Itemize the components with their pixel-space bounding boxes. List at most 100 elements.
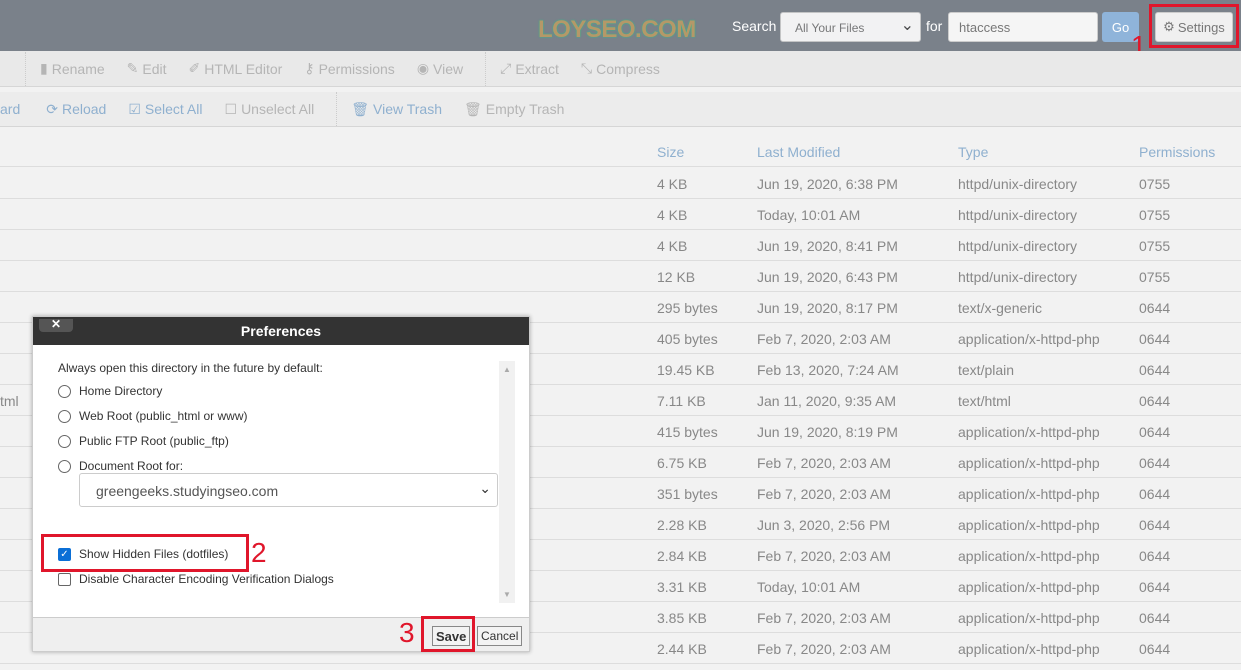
cell-type: application/x-httpd-php [958,548,1100,564]
highlight-box-show-hidden [41,534,249,572]
scroll-up-icon[interactable]: ▲ [499,361,515,374]
toolbar-forward-button[interactable]: ard [0,101,20,117]
radio-home-directory[interactable]: Home Directory [58,384,162,398]
toolbar-html-editor-button[interactable]: ✐ HTML Editor [189,60,283,77]
toolbar-label: Select All [144,101,203,117]
edit-square-icon: ✐ [188,60,201,76]
cell-type: application/x-httpd-php [958,455,1100,471]
column-header[interactable]: Size [657,144,684,160]
dialog-title: Preferences [240,323,322,339]
cell-modified: Feb 7, 2020, 2:03 AM [757,610,891,626]
cell-type: application/x-httpd-php [958,641,1100,657]
radio-document-root[interactable]: Document Root for: [58,459,183,473]
search-scope-select[interactable]: All Your Files [780,12,921,42]
column-header[interactable]: Type [958,144,988,160]
disable-encoding-option[interactable]: Disable Character Encoding Verification … [58,572,334,586]
eye-icon: ◉ [416,60,430,76]
cell-perm: 0755 [1139,207,1171,223]
for-label: for [926,18,943,34]
cell-size: 2.28 KB [657,517,707,533]
cell-size: 6.75 KB [657,455,707,471]
scroll-down-icon[interactable]: ▼ [499,590,515,599]
cell-modified: Jun 3, 2020, 2:56 PM [757,517,891,533]
toolbar-select-all-button[interactable]: ☑ Select All [128,101,202,118]
table-row[interactable]: 12 KB Jun 19, 2020, 6:43 PM httpd/unix-dir… [0,261,1241,292]
expand-icon: ⤢ [500,60,512,76]
cell-size: 415 bytes [657,424,718,440]
cell-type: httpd/unix-directory [958,269,1078,285]
toolbar-view-button[interactable]: ◉ View [417,60,463,77]
annotation-number: 2 [251,537,267,568]
cell-perm: 0755 [1139,238,1171,254]
table-row[interactable]: 4 KB Today, 10:01 AM httpd/unix-directory 0… [0,199,1241,230]
toolbar-label: View Trash [373,101,442,117]
toolbar-compress-button[interactable]: ⤡ Compress [581,60,660,77]
cell-name: tml [0,393,19,409]
toolbar-unselect-all-button[interactable]: ☐ Unselect All [225,101,315,118]
cell-type: text/x-generic [958,300,1043,316]
toolbar-label: Unselect All [241,101,315,117]
radio-button[interactable] [58,434,71,448]
table-row[interactable]: 4 KB Jun 19, 2020, 8:41 PM httpd/unix-dire… [0,230,1241,261]
column-header[interactable]: Last Modified [757,144,840,160]
cell-perm: 0644 [1139,579,1171,595]
checkbox-label: Disable Character Encoding Verification … [79,572,334,586]
toolbar-label: Rename [51,60,105,77]
radio-public-ftp-root[interactable]: Public FTP Root (public_ftp) [58,434,229,448]
cell-type: httpd/unix-directory [958,207,1078,223]
cell-modified: Jan 11, 2020, 9:35 AM [757,393,897,409]
highlight-box-save [421,616,475,652]
document-root-select[interactable]: greengeeks.studyingseo.com ⌄ [79,473,498,507]
chevron-down-icon: ⌄ [479,480,491,496]
toolbar-rename-button[interactable]: ▮ Rename [40,60,105,77]
document-root-value: greengeeks.studyingseo.com [96,483,279,499]
toolbar-label: Edit [142,60,167,77]
search-input[interactable] [948,12,1098,42]
radio-label: Web Root (public_html or www) [79,409,248,423]
close-button[interactable]: ✕ [39,318,73,332]
toolbar-empty-trash-button[interactable]: 🗑 Empty Trash [464,101,564,118]
toolbar-label: Reload [61,101,107,117]
cell-size: 19.45 KB [657,362,715,378]
toolbar-label: View [433,60,464,77]
toolbar-label: Extract [515,60,559,77]
cancel-button[interactable]: Cancel [477,626,523,646]
radio-button[interactable] [58,459,71,473]
checkbox-checked-icon: ☑ [128,100,141,117]
search-label: Search [732,18,777,34]
compress-icon: ⤡ [580,60,593,76]
cell-size: 3.31 KB [657,579,707,595]
toolbar-view-trash-button[interactable]: 🗑 View Trash [351,101,442,118]
table-header: Size Last Modified Type Permissions [0,136,1241,167]
radio-label: Document Root for: [79,459,184,473]
cell-type: application/x-httpd-php [958,331,1100,347]
cell-modified: Feb 13, 2020, 7:24 AM [757,362,899,378]
cell-perm: 0644 [1139,610,1171,626]
file-icon: ▮ [40,60,48,76]
cell-size: 4 KB [657,176,688,192]
cell-type: application/x-httpd-php [958,610,1100,626]
disable-encoding-checkbox[interactable] [58,572,71,586]
radio-web-root[interactable]: Web Root (public_html or www) [58,409,248,423]
scrollbar[interactable]: ▲ ▼ [499,361,515,603]
toolbar-extract-button[interactable]: ⤢ Extract [500,60,559,77]
toolbar-edit-button[interactable]: ✎ Edit [127,60,167,77]
action-toolbar: ard ⟳ Reload ☑ Select All ☐ Unselect All 🗑 View … [0,92,1241,127]
cell-size: 2.84 KB [657,548,707,564]
cell-size: 12 KB [657,269,696,285]
cell-size: 4 KB [657,207,688,223]
cell-perm: 0644 [1139,393,1171,409]
reload-icon: ⟳ [46,100,58,117]
cell-perm: 0755 [1139,269,1171,285]
toolbar-permissions-button[interactable]: ⚷ Permissions [304,60,395,77]
dialog-body: Always open this directory in the future… [33,345,529,617]
cell-size: 351 bytes [657,486,718,502]
radio-button[interactable] [58,384,71,398]
default-directory-label: Always open this directory in the future… [58,361,323,375]
cell-size: 3.85 KB [657,610,707,626]
table-row[interactable]: 4 KB Jun 19, 2020, 6:38 PM httpd/unix-dire… [0,168,1241,199]
radio-button[interactable] [58,409,71,423]
column-header[interactable]: Permissions [1139,144,1215,160]
toolbar-reload-button[interactable]: ⟳ Reload [46,101,106,118]
cell-perm: 0644 [1139,455,1171,471]
